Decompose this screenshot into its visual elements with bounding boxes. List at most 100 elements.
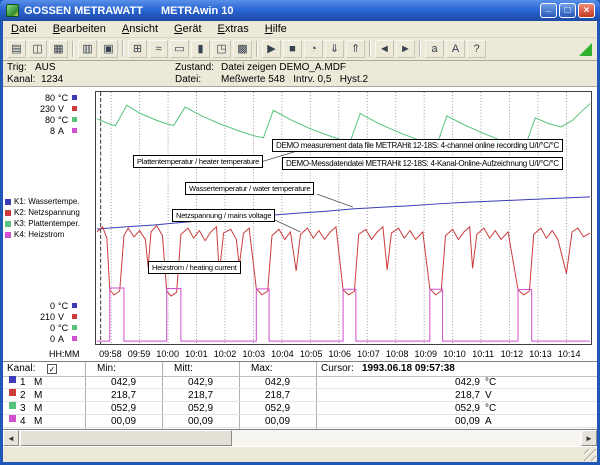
legend-item-k1[interactable]: K1: Wassertempe. (4, 196, 92, 207)
scroll-right-mode-icon[interactable]: ► (396, 40, 415, 58)
y-axis-unit: °C (58, 114, 69, 125)
y-axis-scale-row: 80 °C (27, 114, 91, 125)
y-axis-unit: °C (58, 92, 69, 103)
curve-view-icon[interactable]: ≈ (149, 40, 168, 58)
table-row-channel-3[interactable]: 3 M 052,9 052,9 052,9 052,9 °C (3, 402, 597, 415)
print-icon[interactable]: ▥ (78, 40, 97, 58)
toolbar-separator (256, 41, 258, 57)
mitt-value: 218,7 (187, 390, 214, 401)
menu-item-gerät[interactable]: Gerät (166, 21, 210, 37)
table-row-channel-4[interactable]: 4 M 00,09 00,09 00,09 00,09 A (3, 415, 597, 428)
export-file-icon[interactable]: ▦ (49, 40, 68, 58)
y-axis-unit: A (58, 333, 65, 344)
plot-area[interactable] (95, 91, 592, 345)
window-title-app: METRAwin 10 (160, 4, 234, 17)
digital-view-icon[interactable]: ▭ (170, 40, 189, 58)
zoom-in-icon[interactable]: A (446, 40, 465, 58)
cursor-unit: A (485, 416, 492, 427)
scroll-left-mode-icon[interactable]: ◄ (375, 40, 394, 58)
zustand-value: Datei zeigen DEMO_A.MDF (221, 62, 347, 73)
y-axis-bottom-labels: 0 °C 210 V 0 °C 0 A (27, 300, 91, 344)
x-tick-label: 09:59 (127, 349, 151, 359)
channel-legend: K1: Wassertempe. K2: Netzspannung K3: Plat… (4, 196, 92, 240)
kanal-label: Kanal: (7, 74, 36, 85)
y-axis-value: 0 (49, 300, 55, 311)
x-tick-label: 10:03 (242, 349, 265, 359)
help-pointer-icon[interactable]: ? (467, 40, 486, 58)
read-device-icon[interactable]: ⇓ (325, 40, 344, 58)
y-axis-scale-row: 0 °C (27, 300, 91, 311)
y-axis-value: 230 (39, 103, 55, 114)
legend-label: K4: Heizstrom (14, 230, 65, 239)
x-tick-label: 10:02 (213, 349, 237, 359)
x-axis-label: HH:MM (49, 349, 80, 359)
minimize-button[interactable]: _ (540, 3, 557, 18)
channel-number: 3 (20, 403, 26, 414)
menu-item-hilfe[interactable]: Hilfe (257, 21, 295, 37)
resize-grip[interactable] (584, 449, 596, 461)
x-tick-label: 10:06 (328, 349, 352, 359)
y-axis-value: 80 (44, 114, 55, 125)
max-value: 00,09 (264, 416, 291, 427)
channel-color-swatch (72, 314, 77, 319)
legend-item-k2[interactable]: K2: Netzspannung (4, 207, 92, 218)
mitt-value: 052,9 (187, 403, 214, 414)
window-controls: _ □ × (540, 3, 595, 18)
x-tick-label: 10:04 (271, 349, 294, 359)
statistics-view-icon[interactable]: ▩ (233, 40, 252, 58)
save-file-icon[interactable]: ◫ (28, 40, 47, 58)
menu-item-ansicht[interactable]: Ansicht (114, 21, 166, 37)
menu-bar: Datei Bearbeiten Ansicht Gerät Extras Hilfe (3, 21, 597, 38)
app-icon (6, 4, 19, 17)
toolbar-separator (72, 41, 74, 57)
cursor-datetime: 1993.06.18 09:57:38 (362, 363, 455, 374)
scroll-thumb[interactable] (20, 430, 232, 446)
clock-icon[interactable]: ◔ (304, 40, 323, 58)
y-axis-unit: °C (58, 300, 69, 311)
y-axis-scale-row: 0A (27, 333, 91, 344)
memory-flag: M (34, 390, 43, 401)
xy-view-icon[interactable]: ◳ (212, 40, 231, 58)
y-axis-scale-row: 0 °C (27, 322, 91, 333)
y-axis-scale-row: 210 V (27, 311, 91, 322)
menu-item-datei[interactable]: Datei (3, 21, 45, 37)
y-axis-value: 80 (44, 92, 55, 103)
legend-item-k3[interactable]: K3: Plattentemper. (4, 218, 92, 229)
menu-item-bearbeiten[interactable]: Bearbeiten (45, 21, 114, 37)
datei-label: Datei: (175, 74, 202, 85)
maximize-button[interactable]: □ (559, 3, 576, 18)
x-tick-label: 10:08 (385, 349, 409, 359)
horizontal-scrollbar[interactable]: ◄ ► (3, 430, 597, 446)
table-view-icon[interactable]: ⊞ (128, 40, 147, 58)
min-value: 042,9 (110, 377, 137, 388)
channel-color-swatch (5, 220, 11, 227)
series-K1 (96, 196, 591, 230)
send-device-icon[interactable]: ⇑ (346, 40, 365, 58)
x-tick-label: 10:09 (414, 349, 438, 359)
scroll-right-button[interactable]: ► (581, 430, 597, 446)
status-bar (3, 446, 597, 462)
table-row-channel-2[interactable]: 2 M 218,7 218,7 218,7 218,7 V (3, 389, 597, 402)
start-record-icon[interactable]: ▶ (262, 40, 281, 58)
table-row-channel-1[interactable]: 1 M 042,9 042,9 042,9 042,9 °C (3, 376, 597, 389)
legend-item-k4[interactable]: K4: Heizstrom (4, 229, 92, 240)
channel-color-swatch (72, 128, 77, 133)
bar-view-icon[interactable]: ▮ (191, 40, 210, 58)
channel-visibility-checkbox[interactable]: ✓ (47, 364, 57, 374)
scroll-left-button[interactable]: ◄ (3, 430, 19, 446)
stop-record-icon[interactable]: ■ (283, 40, 302, 58)
max-header-label: Max: (251, 363, 273, 374)
zoom-out-icon[interactable]: a (425, 40, 444, 58)
menu-item-extras[interactable]: Extras (210, 21, 257, 37)
copy-icon[interactable]: ▣ (99, 40, 118, 58)
close-button[interactable]: × (578, 3, 595, 18)
title-bar[interactable]: GOSSEN METRAWATT METRAwin 10 _ □ × (0, 0, 600, 21)
y-axis-unit: °C (58, 322, 69, 333)
x-tick-label: 09:58 (99, 349, 122, 359)
channel-color-swatch (9, 402, 16, 409)
live-indicator-icon (579, 43, 592, 56)
trig-value: AUS (35, 62, 56, 73)
max-value: 042,9 (264, 377, 291, 388)
x-tick-label: 10:12 (500, 349, 524, 359)
open-file-icon[interactable]: ▤ (7, 40, 26, 58)
